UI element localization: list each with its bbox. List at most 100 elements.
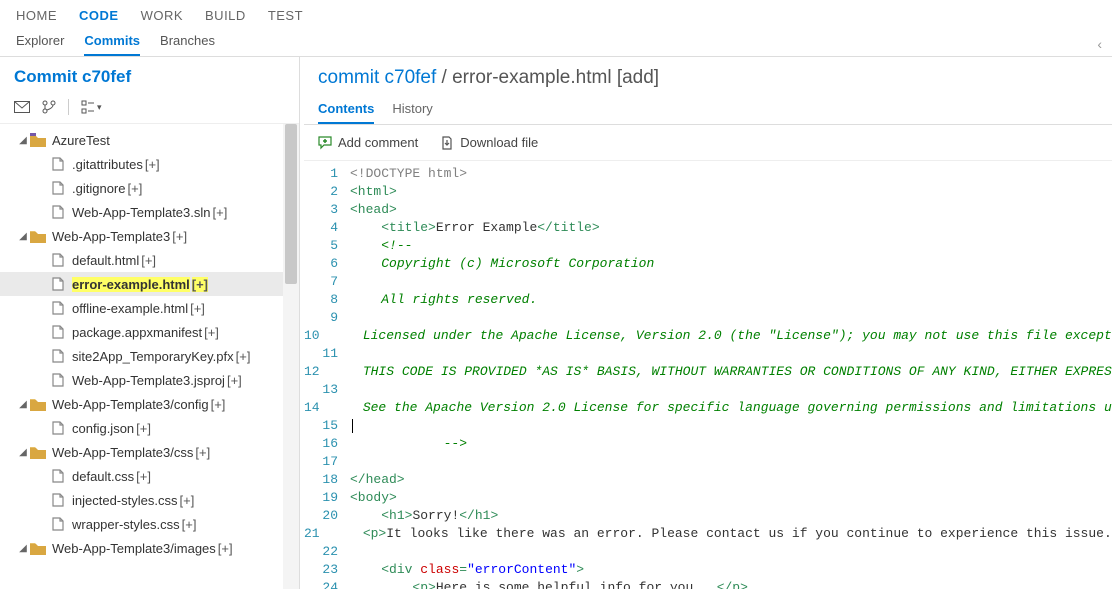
code-line[interactable]: 6 Copyright (c) Microsoft Corporation [304, 255, 1112, 273]
folder-icon [30, 540, 46, 556]
tree-item-suffix: [+] [179, 493, 194, 508]
expand-icon[interactable]: ◢ [16, 135, 30, 146]
collapse-left-icon[interactable]: ‹ [1097, 36, 1102, 56]
code-line-content: <head> [350, 201, 397, 219]
code-line[interactable]: 20 <h1>Sorry!</h1> [304, 507, 1112, 525]
code-line[interactable]: 9 [304, 309, 1112, 327]
tree-file[interactable]: config.json [+] [0, 416, 283, 440]
tree-file[interactable]: Web-App-Template3.sln [+] [0, 200, 283, 224]
file-tree[interactable]: ◢AzureTest.gitattributes [+].gitignore [… [0, 124, 283, 589]
tree-file[interactable]: site2App_TemporaryKey.pfx [+] [0, 344, 283, 368]
expand-icon[interactable]: ◢ [16, 447, 30, 458]
code-line-content: </head> [350, 471, 405, 489]
file-view: commit c70fef / error-example.html [add]… [300, 57, 1112, 589]
code-line-content: Licensed under the Apache License, Versi… [332, 327, 1112, 345]
code-line-content: Copyright (c) Microsoft Corporation [350, 255, 654, 273]
commit-link[interactable]: commit c70fef [318, 67, 436, 88]
tree-item-suffix: [+] [195, 445, 210, 460]
tree-item-suffix: [+] [204, 325, 219, 340]
file-icon [50, 468, 66, 484]
tree-item-label: offline-example.html [72, 301, 188, 316]
top-nav-work[interactable]: WORK [141, 8, 183, 23]
breadcrumb: commit c70fef / error-example.html [add] [304, 57, 1112, 95]
code-line[interactable]: 12 THIS CODE IS PROVIDED *AS IS* BASIS, … [304, 363, 1112, 381]
breadcrumb-sep: / [436, 67, 452, 88]
code-line[interactable]: 22 [304, 543, 1112, 561]
commit-title: Commit c70fef [0, 57, 299, 95]
code-line[interactable]: 4 <title>Error Example</title> [304, 219, 1112, 237]
tree-file[interactable]: offline-example.html [+] [0, 296, 283, 320]
tree-folder[interactable]: ◢Web-App-Template3/images [+] [0, 536, 283, 560]
code-line[interactable]: 16 --> [304, 435, 1112, 453]
code-line[interactable]: 1<!DOCTYPE html> [304, 165, 1112, 183]
code-line[interactable]: 24 <p>Here is some helpful info for you.… [304, 579, 1112, 589]
tree-file[interactable]: default.html [+] [0, 248, 283, 272]
code-line[interactable]: 18</head> [304, 471, 1112, 489]
code-line-content: <h1>Sorry!</h1> [350, 507, 498, 525]
code-viewer[interactable]: 1<!DOCTYPE html>2<html>3<head>4 <title>E… [304, 160, 1112, 589]
code-line[interactable]: 14 See the Apache Version 2.0 License fo… [304, 399, 1112, 417]
tree-item-suffix: [+] [145, 157, 160, 172]
code-line[interactable]: 19<body> [304, 489, 1112, 507]
line-number: 14 [304, 399, 332, 417]
code-line[interactable]: 17 [304, 453, 1112, 471]
top-nav-build[interactable]: BUILD [205, 8, 246, 23]
code-line[interactable]: 15 [304, 417, 1112, 435]
mail-icon[interactable] [14, 101, 30, 113]
expand-icon[interactable]: ◢ [16, 543, 30, 554]
tree-item-suffix: [+] [190, 301, 205, 316]
tree-item-suffix: [+] [136, 469, 151, 484]
tree-file[interactable]: .gitignore [+] [0, 176, 283, 200]
add-comment-button[interactable]: Add comment [318, 135, 418, 150]
expand-icon[interactable]: ◢ [16, 399, 30, 410]
sub-nav-explorer[interactable]: Explorer [16, 33, 64, 56]
tree-options-icon[interactable]: ▾ [81, 100, 102, 114]
main-split: Commit c70fef ▾ ◢AzureTest.gitattributes… [0, 57, 1112, 589]
code-line[interactable]: 21 <p>It looks like there was an error. … [304, 525, 1112, 543]
code-line[interactable]: 2<html> [304, 183, 1112, 201]
file-tab-history[interactable]: History [392, 101, 432, 124]
code-line-content: <title>Error Example</title> [350, 219, 600, 237]
code-line[interactable]: 5 <!-- [304, 237, 1112, 255]
tree-file[interactable]: package.appxmanifest [+] [0, 320, 283, 344]
folder-icon [30, 396, 46, 412]
tree-file[interactable]: wrapper-styles.css [+] [0, 512, 283, 536]
tree-folder[interactable]: ◢Web-App-Template3/css [+] [0, 440, 283, 464]
file-icon [50, 204, 66, 220]
file-icon [50, 516, 66, 532]
branch-icon[interactable] [42, 100, 56, 114]
tree-folder[interactable]: ◢Web-App-Template3 [+] [0, 224, 283, 248]
tree-file[interactable]: error-example.html [+] [0, 272, 283, 296]
code-line[interactable]: 8 All rights reserved. [304, 291, 1112, 309]
tree-file[interactable]: .gitattributes [+] [0, 152, 283, 176]
sub-nav-branches[interactable]: Branches [160, 33, 215, 56]
tree-item-suffix: [+] [172, 229, 187, 244]
code-line[interactable]: 13 [304, 381, 1112, 399]
code-line[interactable]: 11 [304, 345, 1112, 363]
file-tab-contents[interactable]: Contents [318, 101, 374, 124]
code-line-content: <!-- [350, 237, 412, 255]
top-nav-home[interactable]: HOME [16, 8, 57, 23]
top-nav: HOME CODE WORK BUILD TEST [0, 0, 1112, 29]
download-file-button[interactable]: Download file [440, 135, 538, 150]
tree-folder[interactable]: ◢AzureTest [0, 128, 283, 152]
code-line[interactable]: 7 [304, 273, 1112, 291]
code-line[interactable]: 3<head> [304, 201, 1112, 219]
file-icon [50, 324, 66, 340]
code-line[interactable]: 10 Licensed under the Apache License, Ve… [304, 327, 1112, 345]
line-number: 4 [304, 219, 350, 237]
tree-file[interactable]: Web-App-Template3.jsproj [+] [0, 368, 283, 392]
tree-file[interactable]: injected-styles.css [+] [0, 488, 283, 512]
tree-item-label: error-example.html [72, 277, 190, 292]
folder-vs-icon [30, 132, 46, 148]
tree-item-label: Web-App-Template3/config [52, 397, 209, 412]
code-line[interactable]: 23 <div class="errorContent"> [304, 561, 1112, 579]
top-nav-code[interactable]: CODE [79, 8, 119, 23]
tree-scrollbar[interactable] [283, 124, 299, 589]
top-nav-test[interactable]: TEST [268, 8, 303, 23]
tree-file[interactable]: default.css [+] [0, 464, 283, 488]
sub-nav-commits[interactable]: Commits [84, 33, 140, 56]
tree-item-label: config.json [72, 421, 134, 436]
expand-icon[interactable]: ◢ [16, 231, 30, 242]
tree-folder[interactable]: ◢Web-App-Template3/config [+] [0, 392, 283, 416]
